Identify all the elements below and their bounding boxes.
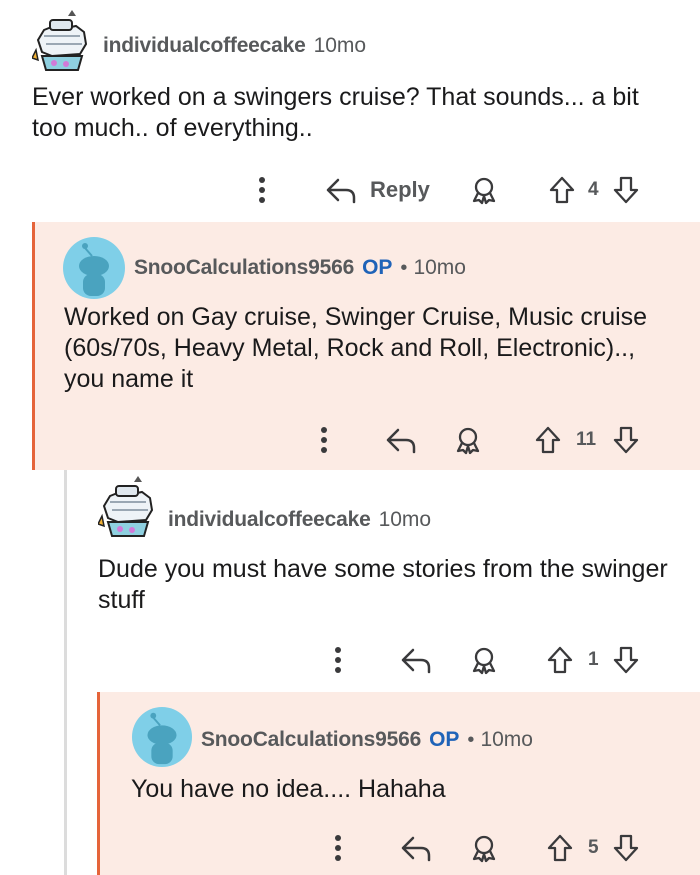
username[interactable]: SnooCalculations9566 [201,728,421,752]
comment-body: Ever worked on a swingers cruise? That s… [32,83,639,142]
reply-label: Reply [370,177,430,202]
comment-actions: 1 [32,640,700,680]
comment-actions: 5 [97,828,700,868]
vote-count: 11 [576,429,597,450]
award-icon[interactable] [469,640,499,680]
upvote-button[interactable] [546,828,578,868]
reply-arrow-icon [324,176,358,204]
award-icon[interactable] [453,420,483,460]
comment-3: individualcoffeecake 10mo Dude you must … [32,470,700,692]
reply-button[interactable]: Reply [324,170,436,210]
avatar[interactable] [131,706,193,768]
comment-4: SnooCalculations9566 OP • 10mo You have … [97,692,700,875]
downvote-button[interactable] [612,170,644,210]
timestamp: 10mo [480,728,533,751]
more-vertical-icon[interactable] [253,170,271,210]
reply-arrow-icon[interactable] [384,420,418,460]
avatar[interactable] [62,236,126,300]
award-icon[interactable] [469,170,499,210]
timestamp: 10mo [313,34,367,57]
thread-line[interactable] [64,692,67,875]
separator-dot: • [400,256,408,279]
comment-1: individualcoffeecake 10mo Ever worked on… [0,0,700,222]
reply-arrow-icon[interactable] [399,640,433,680]
downvote-arrow-icon [612,175,640,205]
separator-dot: • [467,728,475,751]
upvote-arrow-icon [534,425,562,455]
timestamp: 10mo [413,256,466,279]
reply-arrow-icon[interactable] [399,828,433,868]
timestamp: 10mo [378,508,432,531]
downvote-arrow-icon [612,425,640,455]
upvote-arrow-icon [548,175,576,205]
comment-body: You have no idea.... Hahaha [131,775,446,803]
username[interactable]: individualcoffeecake [168,508,371,532]
more-vertical-icon[interactable] [329,828,347,868]
comment-body: Dude you must have some stories from the… [98,555,668,614]
vote-count: 4 [588,179,599,200]
comment-actions: 11 [32,420,700,460]
downvote-arrow-icon [612,645,640,675]
upvote-button[interactable] [534,420,566,460]
upvote-arrow-icon [546,833,574,863]
comment-body: Worked on Gay cruise, Swinger Cruise, Mu… [64,303,648,393]
upvote-button[interactable] [546,640,578,680]
avatar[interactable] [32,6,92,74]
upvote-arrow-icon [546,645,574,675]
award-icon[interactable] [469,828,499,868]
username[interactable]: SnooCalculations9566 [134,256,354,280]
op-badge: OP [429,728,460,751]
downvote-button[interactable] [612,640,644,680]
comment-2: SnooCalculations9566 OP • 10mo Worked on… [32,222,700,470]
comment-actions: Reply 4 [0,170,700,210]
vote-count: 5 [588,837,599,858]
op-badge: OP [362,256,393,279]
more-vertical-icon[interactable] [315,420,333,460]
avatar[interactable] [98,472,158,540]
more-vertical-icon[interactable] [329,640,347,680]
username[interactable]: individualcoffeecake [103,34,306,58]
upvote-button[interactable] [548,170,580,210]
vote-count: 1 [588,649,599,670]
downvote-button[interactable] [612,420,644,460]
downvote-arrow-icon [612,833,640,863]
downvote-button[interactable] [612,828,644,868]
